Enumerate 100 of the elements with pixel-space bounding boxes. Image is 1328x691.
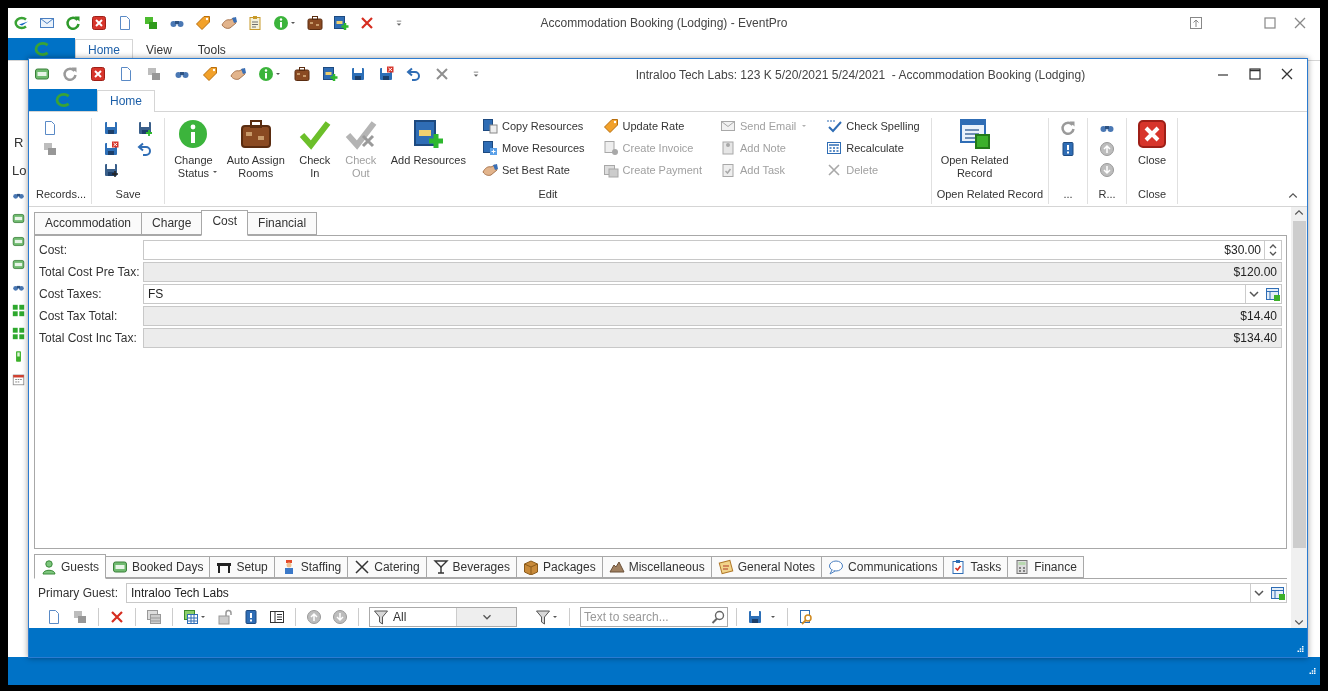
maximize-icon[interactable] — [1247, 66, 1263, 82]
close-icon[interactable] — [1279, 66, 1295, 82]
info-book-icon[interactable] — [243, 609, 259, 625]
close-icon[interactable] — [91, 15, 107, 31]
panel-list-icon[interactable] — [269, 609, 285, 625]
undo-icon[interactable] — [137, 141, 154, 157]
input-field[interactable]: FS — [143, 284, 1282, 304]
cross-icon[interactable] — [109, 609, 125, 625]
ribbon-button[interactable]: Open Related Record — [936, 118, 1013, 180]
detail-tab[interactable]: Staffing — [273, 556, 349, 578]
ribbon-tab[interactable]: Home — [75, 39, 133, 61]
ribbon-button[interactable]: Move Resources — [482, 140, 585, 156]
cross-icon[interactable] — [434, 66, 450, 82]
unlock-icon[interactable] — [217, 609, 233, 625]
bed-icon[interactable] — [12, 212, 25, 225]
table-lookup-icon[interactable] — [1265, 286, 1281, 302]
close-icon[interactable] — [90, 66, 106, 82]
search-field[interactable]: Text to search... — [580, 607, 728, 627]
detail-tab[interactable]: General Notes — [710, 556, 823, 578]
tag-icon[interactable] — [202, 66, 218, 82]
detail-tab[interactable]: Booked Days — [105, 556, 211, 578]
caret-icon[interactable] — [769, 613, 777, 621]
ribbon-button[interactable]: Set Best Rate — [482, 162, 585, 178]
document-icon[interactable] — [118, 66, 134, 82]
ribbon-button[interactable]: Update Rate — [602, 118, 703, 134]
caret-icon[interactable] — [551, 613, 559, 621]
document-icon[interactable] — [46, 609, 62, 625]
detail-tab[interactable]: Miscellaneous — [601, 556, 712, 578]
detail-tab[interactable]: Setup — [209, 556, 275, 578]
caret-icon[interactable] — [274, 70, 282, 78]
detail-tab[interactable]: Finance — [1007, 556, 1084, 578]
save-plus-icon[interactable] — [137, 120, 154, 136]
cubes-icon[interactable] — [72, 609, 88, 625]
filter-dropdown[interactable]: All — [369, 607, 517, 627]
arrow-down-circle-icon[interactable] — [1099, 162, 1116, 178]
cross-icon[interactable] — [359, 15, 375, 31]
find-icon[interactable] — [798, 609, 814, 625]
save-close-icon[interactable] — [378, 66, 394, 82]
restore-up-icon[interactable] — [1188, 15, 1204, 31]
caret-icon[interactable] — [199, 613, 207, 621]
record-tab[interactable]: Cost — [201, 210, 249, 236]
ribbon-tab[interactable]: View — [133, 39, 185, 60]
hand-icon[interactable] — [230, 66, 246, 82]
detail-tab[interactable]: Beverages — [425, 556, 517, 578]
grid-icon[interactable] — [146, 609, 162, 625]
ribbon-tab[interactable]: Tools — [184, 39, 239, 60]
grid-icon[interactable] — [183, 609, 199, 625]
save-new-icon[interactable] — [103, 162, 120, 178]
record-tab[interactable]: Charge — [141, 212, 203, 235]
cabinet-plus-icon[interactable] — [322, 66, 338, 82]
save-icon[interactable] — [350, 66, 366, 82]
arrow-down-circle-icon[interactable] — [332, 609, 348, 625]
save-icon[interactable] — [747, 609, 763, 625]
cubes-icon[interactable] — [42, 141, 58, 157]
scrollbar[interactable] — [1291, 207, 1307, 628]
save-close-icon[interactable] — [103, 141, 120, 157]
grid-icon[interactable] — [12, 304, 25, 317]
tag-icon[interactable] — [195, 15, 211, 31]
grid-icon[interactable] — [12, 327, 25, 340]
ribbon-button[interactable]: Copy Resources — [482, 118, 585, 134]
hand-icon[interactable] — [221, 15, 237, 31]
ribbon-button[interactable]: Check Spelling — [826, 118, 920, 134]
bed-icon[interactable] — [34, 66, 50, 82]
document-icon[interactable] — [117, 15, 133, 31]
refresh-icon[interactable] — [62, 66, 78, 82]
bed-icon[interactable] — [12, 258, 25, 271]
application-menu-button[interactable] — [8, 38, 75, 60]
refresh-icon[interactable] — [65, 15, 81, 31]
logo-icon[interactable] — [13, 15, 29, 31]
ribbon-button[interactable]: Add Resources — [386, 118, 470, 167]
arrow-up-circle-icon[interactable] — [1099, 141, 1116, 157]
clipboard-icon[interactable] — [247, 15, 263, 31]
suitcase-icon[interactable] — [294, 66, 310, 82]
detail-tab[interactable]: Guests — [34, 554, 106, 579]
input-field[interactable]: $30.00 — [143, 240, 1282, 260]
cabinet-plus-icon[interactable] — [333, 15, 349, 31]
ribbon-tab[interactable]: Home — [97, 90, 155, 112]
ribbon-button[interactable]: Close — [1132, 118, 1173, 167]
ribbon-button[interactable]: Change Status — [170, 118, 217, 180]
calendar-icon[interactable] — [12, 373, 25, 386]
document-icon[interactable] — [42, 120, 58, 136]
detail-tab[interactable]: Communications — [821, 556, 945, 578]
info-icon[interactable] — [273, 15, 289, 31]
cubes-icon[interactable] — [146, 66, 162, 82]
suitcase-icon[interactable] — [307, 15, 323, 31]
record-tab[interactable]: Accommodation — [34, 212, 143, 235]
caret-icon[interactable] — [289, 19, 297, 27]
detail-tab[interactable]: Tasks — [943, 556, 1009, 578]
table-lookup-icon[interactable] — [1270, 585, 1286, 601]
arrow-up-circle-icon[interactable] — [306, 609, 322, 625]
detail-tab[interactable]: Packages — [515, 556, 603, 578]
input-field[interactable]: Intraloo Tech Labs — [126, 583, 1287, 603]
refresh-icon[interactable] — [1060, 120, 1077, 136]
save-icon[interactable] — [103, 120, 120, 136]
ribbon-button[interactable]: Auto Assign Rooms — [222, 118, 289, 180]
bed-icon[interactable] — [12, 235, 25, 248]
ribbon-button[interactable]: Check In — [294, 118, 335, 180]
info-icon[interactable] — [258, 66, 274, 82]
ribbon-button[interactable]: Recalculate — [826, 140, 920, 156]
envelope-icon[interactable] — [39, 15, 55, 31]
